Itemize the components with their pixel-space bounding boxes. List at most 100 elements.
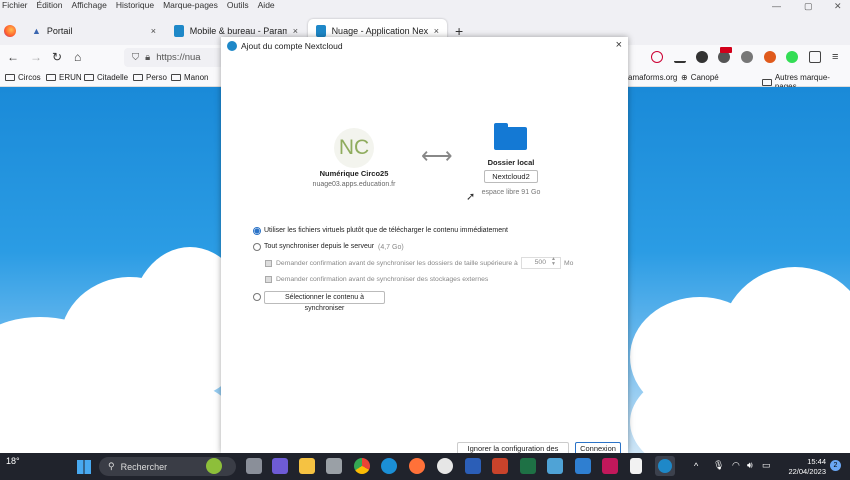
menu-edit[interactable]: Édition [37, 0, 63, 11]
account-name: Numérique Circo25 [319, 169, 389, 178]
bookmark-folder[interactable]: Circos [5, 73, 41, 82]
extension-icon[interactable] [764, 51, 776, 63]
bookmark-label: Perso [146, 73, 167, 82]
menu-hamburger-icon[interactable]: ≡ [832, 50, 838, 64]
battery-icon[interactable]: ▭ [762, 460, 771, 471]
menu-view[interactable]: Affichage [72, 0, 107, 11]
firefox-icon[interactable] [4, 25, 16, 37]
nextcloud-taskbar-icon [658, 459, 672, 473]
choose-content-button[interactable]: Sélectionner le contenu à synchroniser [264, 291, 385, 312]
pocket-icon[interactable] [651, 51, 663, 63]
local-folder-icon [494, 123, 527, 150]
forward-arrow-icon[interactable]: → [30, 50, 42, 64]
document-icon[interactable] [630, 458, 642, 474]
url-bar[interactable]: ⛉ 🔒︎ https://nua [124, 48, 224, 67]
excel-icon[interactable] [520, 458, 536, 474]
bookmark-folder[interactable]: Perso [133, 73, 167, 82]
confirm-external-checkbox[interactable] [265, 276, 272, 283]
bookmark-link[interactable]: ⊕ Canopé [681, 73, 719, 82]
shield-icon: ⛉ [132, 52, 140, 63]
add-account-dialog: Ajout du compte Nextcloud × NC Numérique… [221, 37, 628, 464]
sync-all-radio[interactable] [253, 243, 261, 251]
word-icon[interactable] [465, 458, 481, 474]
menu-file[interactable]: Fichier [2, 0, 28, 11]
reload-icon[interactable]: ↻ [52, 50, 62, 64]
mouse-cursor-icon: ➚ [466, 191, 476, 203]
tab-portail[interactable]: ▲ Portail × [24, 19, 164, 43]
virtual-files-radio[interactable] [253, 227, 261, 235]
firefox-taskbar-icon[interactable] [409, 458, 425, 474]
windows-start-icon[interactable] [77, 460, 91, 474]
menu-tools[interactable]: Outils [227, 0, 249, 11]
dialog-titlebar: Ajout du compte Nextcloud × [221, 37, 628, 55]
size-limit-value: 500 [534, 259, 546, 266]
chat-icon[interactable] [437, 458, 453, 474]
bookmark-link[interactable]: amaforms.org [628, 73, 677, 82]
wifi-icon[interactable]: ◠ [732, 460, 740, 471]
tab-close-icon[interactable]: × [151, 26, 156, 36]
app-favicon-icon [174, 25, 184, 37]
teams-icon[interactable] [272, 458, 288, 474]
powerpoint-icon[interactable] [492, 458, 508, 474]
chrome-icon[interactable] [354, 458, 370, 474]
bookmark-label: Manon [184, 73, 209, 82]
clock-time[interactable]: 15:44 [778, 457, 826, 466]
tab-close-icon[interactable]: × [434, 26, 439, 36]
menu-bar: Fichier Édition Affichage Historique Mar… [0, 0, 850, 11]
extension-icon[interactable] [696, 51, 708, 63]
notification-badge[interactable]: 2 [830, 460, 841, 471]
download-icon[interactable] [674, 51, 686, 63]
app-icon[interactable] [602, 458, 618, 474]
bluetooth-app-icon[interactable] [575, 458, 591, 474]
taskbar: 18° ⚲ Rechercher ^ 🎙︎ ◠ 🔊︎ ▭ 15:44 22/04… [0, 453, 850, 480]
spin-arrows-icon[interactable]: ▲ ▼ [551, 257, 556, 267]
portal-favicon-icon: ▲ [32, 26, 41, 36]
confirm-external-label: Demander confirmation avant de synchroni… [276, 276, 489, 283]
bookmark-folder[interactable]: ERUN [46, 73, 82, 82]
sync-size: (4,7 Go) [378, 244, 404, 251]
folder-icon [133, 74, 143, 81]
extension-icon[interactable] [786, 51, 798, 63]
choose-content-radio[interactable] [253, 293, 261, 301]
url-text: https://nua [156, 52, 201, 63]
menu-history[interactable]: Historique [116, 0, 154, 11]
tab-label: Portail [46, 26, 73, 36]
clock-date[interactable]: 22/04/2023 [778, 467, 826, 476]
app-icon[interactable] [547, 458, 563, 474]
bookmark-folder[interactable]: Manon [171, 73, 208, 82]
account-avatar: NC [334, 128, 374, 168]
folder-icon [171, 74, 181, 81]
chevron-up-icon[interactable]: ^ [694, 461, 698, 471]
folder-icon [84, 74, 94, 81]
confirm-large-folders-checkbox[interactable] [265, 260, 272, 267]
menu-help[interactable]: Aide [258, 0, 275, 11]
search-icon: ⚲ [108, 461, 115, 471]
tab-close-icon[interactable]: × [293, 26, 298, 36]
task-view-icon[interactable] [246, 458, 262, 474]
bookmark-label: amaforms.org [628, 73, 678, 82]
extensions-puzzle-icon[interactable] [809, 51, 821, 63]
calculator-icon[interactable] [326, 458, 342, 474]
bookmark-label: Circos [18, 73, 41, 82]
confirm-large-folders-label: Demander confirmation avant de synchroni… [276, 260, 518, 267]
edge-icon[interactable] [381, 458, 397, 474]
free-space-text: espace libre 91 Go [481, 189, 541, 196]
back-arrow-icon[interactable]: ← [7, 50, 19, 64]
dialog-close-icon[interactable]: × [616, 39, 622, 51]
local-folder-button[interactable]: Nextcloud2 [484, 170, 538, 183]
microphone-icon[interactable]: 🎙︎ [713, 460, 724, 471]
menu-bookmarks[interactable]: Marque-pages [163, 0, 218, 11]
tab-label: Nuage - Application Nextcloud [331, 26, 428, 36]
home-icon[interactable]: ⌂ [74, 50, 81, 64]
volume-icon[interactable]: 🔊︎ [747, 460, 753, 471]
server-url: nuage03.apps.education.fr [312, 181, 396, 188]
local-folder-title: Dossier local [487, 158, 535, 167]
folder-icon [762, 78, 772, 86]
sync-all-label: Tout synchroniser depuis le serveur [264, 243, 375, 250]
bookmark-folder[interactable]: Citadelle [84, 73, 128, 82]
file-explorer-icon[interactable] [299, 458, 315, 474]
weather-temp[interactable]: 18° [6, 456, 20, 466]
widget-icon[interactable] [206, 458, 222, 474]
globe-icon: ⊕ [681, 73, 688, 82]
extension-icon[interactable] [741, 51, 753, 63]
